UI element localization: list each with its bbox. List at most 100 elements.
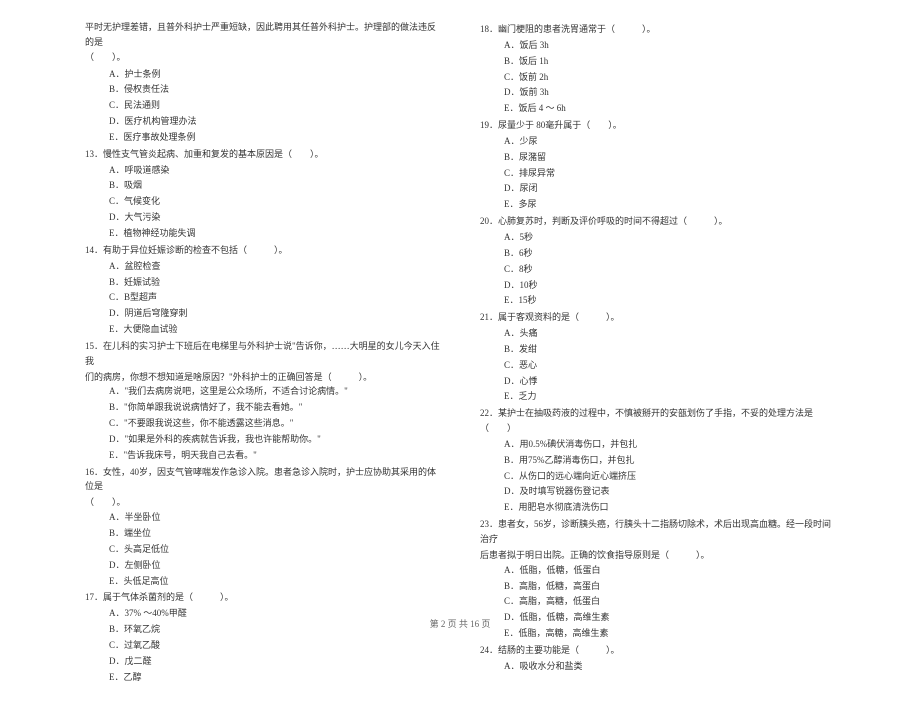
q14-text: 14．有助于异位妊娠诊断的检查不包括（ ）。 [85,243,440,258]
q12-option-c: C．民法通则 [85,98,440,113]
option-text: 及时填写锐器伤登记表 [520,486,610,496]
option-text: 吸收水分和盐类 [520,661,583,671]
q12-option-a: A．护士条例 [85,67,440,82]
option-text: 低脂，低糖，低蛋白 [520,565,601,575]
q15-option-e: E．"告诉我床号，明天我自己去看。" [85,448,440,463]
q12-option-e: E．医疗事故处理条例 [85,130,440,145]
q19-text: 19．尿量少于 80毫升属于（ ）。 [480,118,835,133]
q12-option-d: D．医疗机构管理办法 [85,114,440,129]
q22-option-c: C．从伤口的远心端向近心端挤压 [480,469,835,484]
option-text: 半坐卧位 [125,512,161,522]
q21-text: 21．属于客观资料的是（ ）。 [480,310,835,325]
option-text: 乏力 [519,391,537,401]
q23-text-line2: 后患者拟于明日出院。正确的饮食指导原则是（ ）。 [480,548,835,563]
q23-text-line1: 23．患者女，56岁，诊断胰头癌，行胰头十二指肠切除术，术后出现高血糖。经一段时… [480,517,835,547]
q20-option-a: A．5秒 [480,230,835,245]
option-text: 医疗机构管理办法 [125,116,197,126]
left-column: 平时无护理差错，且普外科护士严重短缺，因此聘用其任普外科护士。护理部的做法违反的… [85,20,440,685]
option-text: 5秒 [520,232,534,242]
q18-option-c: C．饭前 2h [480,70,835,85]
option-text: 头痛 [520,328,538,338]
q24-option-a: A．吸收水分和盐类 [480,659,835,674]
q20-option-b: B．6秒 [480,246,835,261]
option-text: 高脂，低糖，高蛋白 [519,581,600,591]
option-text: 大便隐血试验 [124,324,178,334]
option-text: 用0.5%碘伏消毒伤口，并包扎 [520,439,638,449]
option-text: 呼吸道感染 [125,165,170,175]
option-text: 吸烟 [124,180,142,190]
option-text: 民法通则 [124,100,160,110]
q16-text-line2: （ ）。 [85,495,440,510]
exam-page: 平时无护理差错，且普外科护士严重短缺，因此聘用其任普外科护士。护理部的做法违反的… [0,0,920,715]
q20-option-d: D．10秒 [480,278,835,293]
option-text: 戊二醛 [125,656,152,666]
q13-option-b: B．吸烟 [85,178,440,193]
option-text: 发绀 [519,344,537,354]
option-text: 少尿 [520,136,538,146]
option-text: 头高足低位 [124,544,169,554]
q16-option-e: E．头低足高位 [85,574,440,589]
q22-option-b: B．用75%乙醇消毒伤口，并包扎 [480,453,835,468]
option-text: "你简单跟我说说病情好了，我不能去看她。" [124,402,302,412]
q13-option-e: E．植物神经功能失调 [85,226,440,241]
q17-option-c: C．过氧乙酸 [85,638,440,653]
q14-option-c: C．B型超声 [85,290,440,305]
right-column: 18．幽门梗阻的患者洗胃通常于（ ）。 A．饭后 3h B．饭后 1h C．饭前… [480,20,835,685]
q21-option-b: B．发绀 [480,342,835,357]
page-footer: 第 2 页 共 16 页 [0,617,920,630]
q19-option-c: C．排尿异常 [480,166,835,181]
q16-option-b: B．端坐位 [85,526,440,541]
q12-text-line1: 平时无护理差错，且普外科护士严重短缺，因此聘用其任普外科护士。护理部的做法违反的… [85,20,440,50]
option-text: 植物神经功能失调 [124,228,196,238]
option-text: 高脂，高糖，低蛋白 [519,596,600,606]
q14-option-a: A．盆腔检查 [85,259,440,274]
option-text: "告诉我床号，明天我自己去看。" [124,450,257,460]
option-text: 心悸 [520,376,538,386]
option-text: 盆腔检查 [125,261,161,271]
option-text: 左侧卧位 [125,560,161,570]
q13-option-c: C．气候变化 [85,194,440,209]
q24-text: 24．结肠的主要功能是（ ）。 [480,643,835,658]
option-text: 阴道后穹隆穿刺 [125,308,188,318]
q21-option-c: C．恶心 [480,358,835,373]
option-text: 从伤口的远心端向近心端挤压 [519,471,636,481]
option-text: 用75%乙醇消毒伤口，并包扎 [519,455,635,465]
option-text: "我们去病房说吧，这里是公众场所，不适合讨论病情。" [125,386,348,396]
option-text: 排尿异常 [519,168,555,178]
option-text: 过氧乙酸 [124,640,160,650]
option-text: 用肥皂水彻底清洗伤口 [519,502,609,512]
option-text: 8秒 [519,264,533,274]
q19-option-b: B．尿潴留 [480,150,835,165]
option-text: B型超声 [124,292,157,302]
option-text: 乙醇 [124,672,142,682]
option-text: 头低足高位 [124,576,169,586]
option-text: 恶心 [519,360,537,370]
q18-option-a: A．饭后 3h [480,38,835,53]
q15-option-c: C．"不要跟我说这些，你不能透露这些消息。" [85,416,440,431]
q20-text: 20．心肺复苏时，判断及评价呼吸的时间不得超过（ ）。 [480,214,835,229]
q13-option-a: A．呼吸道感染 [85,163,440,178]
q16-option-d: D．左侧卧位 [85,558,440,573]
q19-option-e: E．多尿 [480,197,835,212]
q12-option-b: B．侵权责任法 [85,82,440,97]
q14-option-b: B．妊娠试验 [85,275,440,290]
q22-option-e: E．用肥皂水彻底清洗伤口 [480,500,835,515]
q16-option-a: A．半坐卧位 [85,510,440,525]
q15-text-line2: 们的病房，你想不想知道是啥原因？"外科护士的正确回答是（ ）。 [85,370,440,385]
q14-option-d: D．阴道后穹隆穿刺 [85,306,440,321]
q21-option-d: D．心悸 [480,374,835,389]
q21-option-e: E．乏力 [480,389,835,404]
option-text: 饭前 3h [520,87,549,97]
q23-option-b: B．高脂，低糖，高蛋白 [480,579,835,594]
q15-option-d: D．"如果是外科的疾病就告诉我，我也许能帮助你。" [85,432,440,447]
q21-option-a: A．头痛 [480,326,835,341]
option-text: 饭前 2h [519,72,548,82]
q18-option-b: B．饭后 1h [480,54,835,69]
q13-option-d: D．大气污染 [85,210,440,225]
q16-text-line1: 16．女性，40岁，因支气管哮喘发作急诊入院。患者急诊入院时，护士应协助其采用的… [85,465,440,495]
q17-text: 17．属于气体杀菌剂的是（ ）。 [85,590,440,605]
q18-option-d: D．饭前 3h [480,85,835,100]
q13-text: 13．慢性支气管炎起病、加重和复发的基本原因是（ ）。 [85,147,440,162]
q17-option-e: E．乙醇 [85,670,440,685]
option-text: 侵权责任法 [124,84,169,94]
